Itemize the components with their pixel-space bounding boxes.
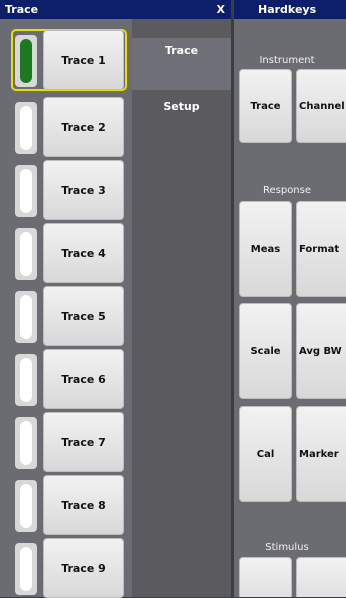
trace-row-8: Trace 8 <box>12 475 126 535</box>
trace-1-button[interactable]: Trace 1 <box>43 30 124 90</box>
trace-6-status-bar <box>20 358 32 402</box>
trace-panel-title: Trace <box>5 3 39 16</box>
trace-panel: Trace X Trace 1 Trace 2 Trace 3 Trace 4 … <box>0 0 231 598</box>
trace-row-4: Trace 4 <box>12 223 126 283</box>
scale-hardkey-button[interactable]: Scale <box>239 303 292 399</box>
trace-7-button[interactable]: Trace 7 <box>43 412 124 472</box>
trace-7-status-bar <box>20 421 32 465</box>
trace-9-indicator[interactable] <box>15 543 37 595</box>
trace-5-button[interactable]: Trace 5 <box>43 286 124 346</box>
trace-row-7: Trace 7 <box>12 412 126 472</box>
trace-row-9: Trace 9 <box>12 538 126 598</box>
stimulus-hardkey-button-2[interactable] <box>296 557 346 597</box>
trace-3-status-bar <box>20 169 32 213</box>
trace-2-indicator[interactable] <box>15 102 37 154</box>
trace-row-2: Trace 2 <box>12 97 126 157</box>
trace-7-indicator[interactable] <box>15 417 37 469</box>
trace-4-button[interactable]: Trace 4 <box>43 223 124 283</box>
trace-5-status-bar <box>20 295 32 339</box>
meas-hardkey-button[interactable]: Meas <box>239 201 292 297</box>
section-stimulus-label: Stimulus <box>265 542 309 553</box>
section-instrument-label: Instrument <box>259 55 315 66</box>
hardkeys-panel-title: Hardkeys <box>258 3 317 16</box>
marker-hardkey-button[interactable]: Marker <box>296 406 346 502</box>
trace-2-button[interactable]: Trace 2 <box>43 97 124 157</box>
stimulus-hardkey-button-1[interactable] <box>239 557 292 597</box>
close-button[interactable]: X <box>217 3 225 16</box>
tab-column: Trace Setup <box>132 19 231 597</box>
trace-8-indicator[interactable] <box>15 480 37 532</box>
trace-2-status-bar <box>20 106 32 150</box>
trace-3-indicator[interactable] <box>15 165 37 217</box>
tab-setup-label: Setup <box>163 100 200 113</box>
hardkeys-panel: Hardkeys Instrument Trace Channel Respon… <box>234 0 346 597</box>
section-response-label: Response <box>262 185 312 196</box>
trace-4-indicator[interactable] <box>15 228 37 280</box>
tab-trace-label: Trace <box>164 44 199 57</box>
trace-9-button[interactable]: Trace 9 <box>43 538 124 598</box>
trace-6-button[interactable]: Trace 6 <box>43 349 124 409</box>
trace-hardkey-button[interactable]: Trace <box>239 69 292 143</box>
trace-titlebar: Trace X <box>0 0 231 19</box>
trace-row-6: Trace 6 <box>12 349 126 409</box>
trace-8-status-bar <box>20 484 32 528</box>
hardkeys-titlebar: Hardkeys <box>234 0 346 19</box>
trace-row-1: Trace 1 <box>11 29 127 91</box>
trace-1-status-bar <box>20 39 32 83</box>
trace-8-button[interactable]: Trace 8 <box>43 475 124 535</box>
trace-list: Trace 1 Trace 2 Trace 3 Trace 4 Trace 5 … <box>0 19 132 598</box>
channel-hardkey-button[interactable]: Channel <box>296 69 346 143</box>
trace-row-3: Trace 3 <box>12 160 126 220</box>
trace-1-indicator[interactable] <box>15 35 37 87</box>
cal-hardkey-button[interactable]: Cal <box>239 406 292 502</box>
trace-3-button[interactable]: Trace 3 <box>43 160 124 220</box>
trace-row-5: Trace 5 <box>12 286 126 346</box>
trace-4-status-bar <box>20 232 32 276</box>
trace-5-indicator[interactable] <box>15 291 37 343</box>
hardkeys-body: Instrument Trace Channel Response Meas F… <box>234 19 346 597</box>
tab-trace[interactable]: Trace <box>132 38 231 90</box>
trace-9-status-bar <box>20 547 32 591</box>
avg-bw-hardkey-button[interactable]: Avg BW <box>296 303 346 399</box>
format-hardkey-button[interactable]: Format <box>296 201 346 297</box>
tab-setup[interactable]: Setup <box>132 90 231 134</box>
trace-6-indicator[interactable] <box>15 354 37 406</box>
